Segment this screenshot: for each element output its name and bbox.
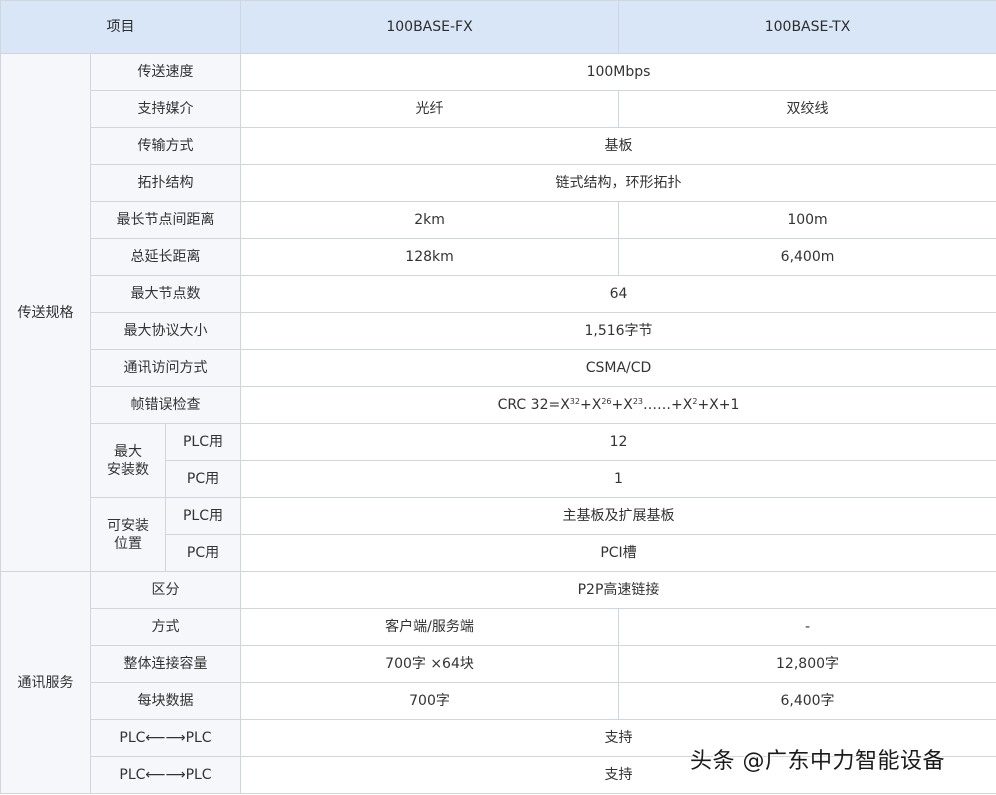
row-value: 1 bbox=[240, 460, 996, 498]
row-label: 每块数据 bbox=[89, 682, 242, 720]
row-value: 主基板及扩展基板 bbox=[240, 497, 996, 535]
crc-part: CRC 32=X bbox=[497, 397, 570, 413]
spec-table: 项目 100BASE-FX 100BASE-TX 传送规格 传送速度 100Mb… bbox=[0, 0, 996, 794]
table-row: 传送规格 传送速度 100Mbps bbox=[0, 53, 996, 572]
row-label: 传输方式 bbox=[89, 127, 242, 165]
row-label: PLC⟵⟶PLC bbox=[89, 719, 242, 757]
row-label: 整体连接容量 bbox=[89, 645, 242, 683]
group-label-line: 位置 bbox=[114, 535, 142, 552]
group-communication-service: 通讯服务 bbox=[0, 571, 91, 794]
crc-exponent: 26 bbox=[601, 397, 612, 406]
crc-part: ……+X bbox=[643, 397, 693, 413]
table-header-row: 项目 100BASE-FX 100BASE-TX bbox=[0, 0, 996, 54]
table-row: 传输方式 基板 bbox=[1, 127, 996, 165]
crc-exponent: 32 bbox=[569, 397, 580, 406]
row-value-tx: 12,800字 bbox=[618, 645, 996, 683]
row-value-fx: 700字 ×64块 bbox=[240, 645, 620, 683]
crc-formula: CRC 32=X32+X26+X23……+X2+X+1 bbox=[240, 386, 996, 424]
row-value: PCI槽 bbox=[240, 534, 996, 572]
table-row: 支持媒介 光纤 双绞线 bbox=[1, 90, 996, 128]
group-label-line: 可安装 bbox=[107, 517, 149, 534]
crc-exponent: 23 bbox=[632, 397, 644, 406]
row-label: 支持媒介 bbox=[89, 90, 242, 128]
row-label: 传送速度 bbox=[89, 53, 242, 91]
group-label-line: 最大 bbox=[114, 443, 142, 460]
table-row: 最大 安装数 PLC用 12 bbox=[1, 423, 996, 498]
row-label: 总延长距离 bbox=[89, 238, 242, 276]
row-value: 1,516字节 bbox=[240, 312, 996, 350]
table-row: 方式 客户端/服务端 - bbox=[1, 608, 996, 646]
row-label: 通讯访问方式 bbox=[89, 349, 242, 387]
row-label: PC用 bbox=[164, 460, 242, 498]
row-label: PC用 bbox=[164, 534, 242, 572]
group-install-position: 可安装 位置 bbox=[90, 497, 166, 572]
row-value-tx: 双绞线 bbox=[618, 90, 996, 128]
row-value: 64 bbox=[240, 275, 996, 313]
row-value-fx: 128km bbox=[240, 238, 620, 276]
header-item: 项目 bbox=[0, 0, 242, 54]
table-row: 最长节点间距离 2km 100m bbox=[1, 201, 996, 239]
watermark: 头条 @广东中力智能设备 bbox=[690, 749, 945, 774]
row-value-tx: - bbox=[618, 608, 996, 646]
row-value-fx: 2km bbox=[240, 201, 620, 239]
header-100base-fx: 100BASE-FX bbox=[240, 0, 620, 54]
table-row: 每块数据 700字 6,400字 bbox=[1, 682, 996, 720]
row-value: 12 bbox=[240, 423, 996, 461]
row-label: PLC用 bbox=[164, 423, 242, 461]
header-100base-tx: 100BASE-TX bbox=[618, 0, 996, 54]
crc-part: +X bbox=[611, 397, 633, 413]
group-label-line: 安装数 bbox=[107, 461, 149, 478]
row-value: 基板 bbox=[240, 127, 996, 165]
crc-part: +X+1 bbox=[697, 397, 740, 413]
table-row: 最大协议大小 1,516字节 bbox=[1, 312, 996, 350]
row-label: PLC用 bbox=[164, 497, 242, 535]
row-label: 最大节点数 bbox=[89, 275, 242, 313]
row-label: 最大协议大小 bbox=[89, 312, 242, 350]
row-value-fx: 光纤 bbox=[240, 90, 620, 128]
table-row: 帧错误检查 CRC 32=X32+X26+X23……+X2+X+1 bbox=[1, 386, 996, 424]
table-row: 整体连接容量 700字 ×64块 12,800字 bbox=[1, 645, 996, 683]
group-transmission-spec: 传送规格 bbox=[0, 53, 91, 572]
row-value: CSMA/CD bbox=[240, 349, 996, 387]
row-value: P2P高速链接 bbox=[240, 571, 996, 609]
table-row: 通讯访问方式 CSMA/CD bbox=[1, 349, 996, 387]
row-label: 方式 bbox=[89, 608, 242, 646]
row-label: PLC⟵⟶PLC bbox=[89, 756, 242, 794]
row-value: 100Mbps bbox=[240, 53, 996, 91]
table-row: 通讯服务 区分 P2P高速链接 bbox=[0, 571, 996, 794]
row-label: 拓扑结构 bbox=[89, 164, 242, 202]
group-max-install-count: 最大 安装数 bbox=[90, 423, 166, 498]
row-label: 区分 bbox=[89, 571, 242, 609]
row-label: 帧错误检查 bbox=[89, 386, 242, 424]
row-value-tx: 100m bbox=[618, 201, 996, 239]
row-value: 链式结构，环形拓扑 bbox=[240, 164, 996, 202]
table-row: 总延长距离 128km 6,400m bbox=[1, 238, 996, 276]
row-value-fx: 700字 bbox=[240, 682, 620, 720]
table-row: 最大节点数 64 bbox=[1, 275, 996, 313]
row-value-tx: 6,400m bbox=[618, 238, 996, 276]
row-value-fx: 客户端/服务端 bbox=[240, 608, 620, 646]
table-row: 拓扑结构 链式结构，环形拓扑 bbox=[1, 164, 996, 202]
row-label: 最长节点间距离 bbox=[89, 201, 242, 239]
table-row: 可安装 位置 PLC用 主基板及扩展基板 bbox=[1, 497, 996, 572]
crc-part: +X bbox=[579, 397, 602, 413]
row-value-tx: 6,400字 bbox=[618, 682, 996, 720]
